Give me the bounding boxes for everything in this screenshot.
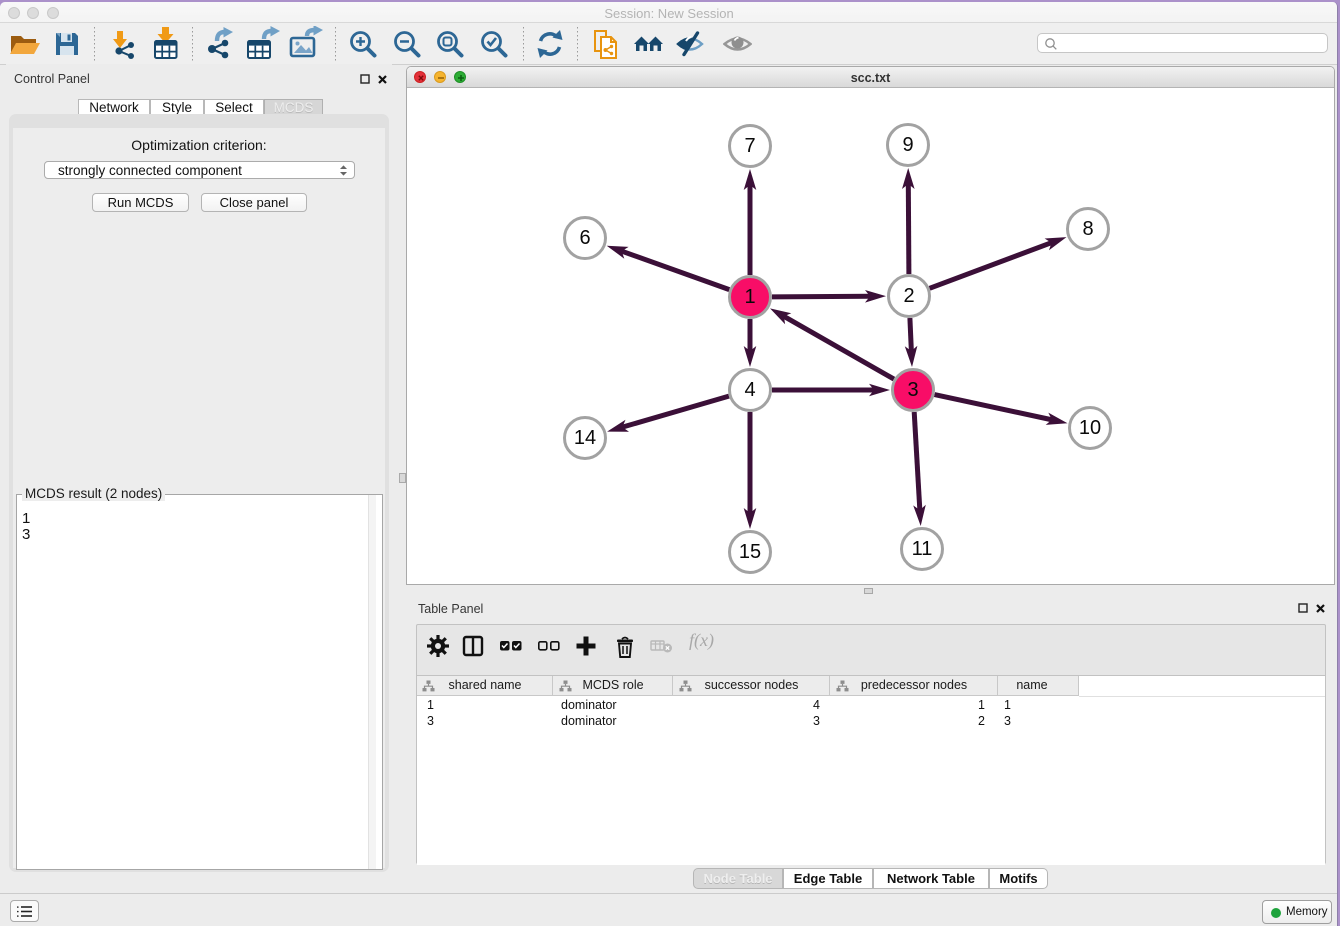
- svg-text:10: 10: [1079, 417, 1101, 439]
- svg-text:15: 15: [739, 541, 761, 563]
- svg-text:1: 1: [744, 286, 755, 308]
- svg-text:7: 7: [744, 135, 755, 157]
- svg-text:3: 3: [907, 379, 918, 401]
- svg-text:4: 4: [744, 379, 755, 401]
- svg-text:8: 8: [1082, 218, 1093, 240]
- svg-text:6: 6: [579, 227, 590, 249]
- svg-text:9: 9: [902, 134, 913, 156]
- svg-text:2: 2: [903, 285, 914, 307]
- svg-text:11: 11: [912, 538, 933, 560]
- svg-text:14: 14: [574, 427, 596, 449]
